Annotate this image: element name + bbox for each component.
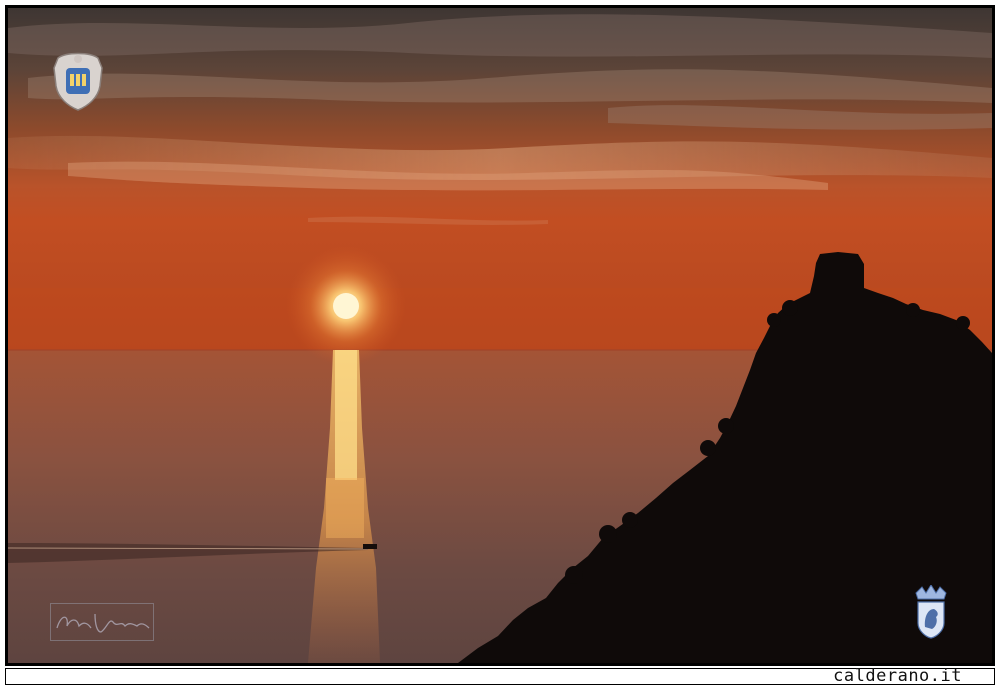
coat-of-arms-icon [50, 50, 106, 114]
sun [333, 293, 359, 319]
signature-icon [50, 603, 154, 641]
photo-frame: calderano.it [0, 0, 1000, 689]
boat [363, 544, 377, 549]
sunset-scene [8, 8, 992, 663]
crowned-lion-emblem-icon [912, 584, 950, 639]
sunset-photo [8, 8, 992, 663]
site-label[interactable]: calderano.it [833, 666, 962, 686]
